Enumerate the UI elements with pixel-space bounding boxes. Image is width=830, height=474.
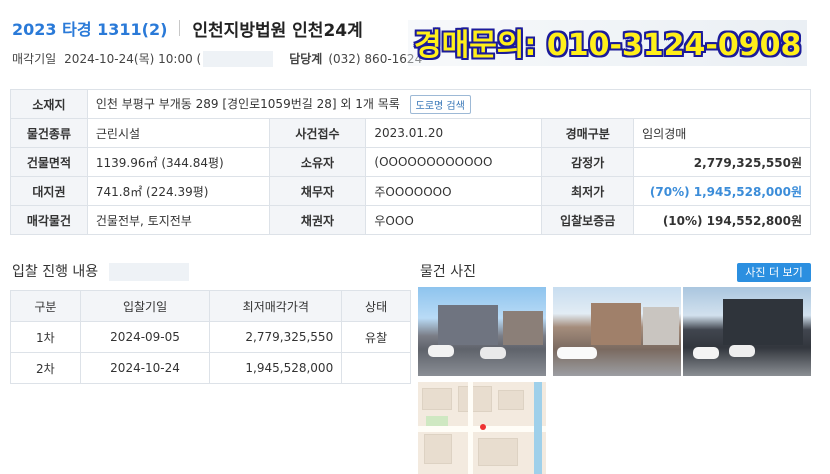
bid-status: 유찰 [341,321,411,353]
sale-object-label: 매각물건 [10,205,88,235]
property-photo-2[interactable] [553,287,681,376]
photo-section-title: 물건 사진 [420,264,476,280]
bid-status [341,352,411,384]
col-header-status: 상태 [341,290,411,322]
table-row: 소재지 인천 부평구 부개동 289 [경인로1059번길 28] 외 1개 목… [10,89,812,119]
table-row: 대지권 741.8㎡ (224.39평) 채무자 주OOOOOOO 최저가 (7… [10,176,811,206]
property-photo-3[interactable] [683,287,811,376]
address-cell: 인천 부평구 부개동 289 [경인로1059번길 28] 외 1개 목록 도로… [86,89,812,119]
bid-round: 2차 [10,352,81,384]
debtor-label: 채무자 [268,176,367,206]
property-info-table: 소재지 인천 부평구 부개동 289 [경인로1059번길 28] 외 1개 목… [10,89,812,235]
bid-title-text: 입찰 진행 내용 [12,264,99,280]
filed-value: 2023.01.20 [365,118,543,148]
table-row: 물건종류 근린시설 사건접수 2023.01.20 경매구분 임의경매 [10,118,811,148]
deposit-label: 입찰보증금 [541,205,635,235]
map-pin-icon [480,424,486,430]
creditor-value: 우OOO [365,205,543,235]
bid-min-price: 2,779,325,550 [209,321,343,353]
property-photo-1[interactable] [418,287,546,376]
sale-info-line: 매각기일 2024-10-24(목) 10:00 ( 담당계 (032) 860… [12,50,422,67]
bid-date: 2024-09-05 [79,321,211,353]
bid-min-price: 1,945,528,000 [209,352,343,384]
col-header-min-price: 최저매각가격 [209,290,343,322]
filed-label: 사건접수 [268,118,367,148]
court-name: 인천지방법원 인천24계 [192,20,363,41]
address-label: 소재지 [10,89,88,119]
type-value: 근린시설 [86,118,270,148]
address-value: 인천 부평구 부개동 289 [경인로1059번길 28] 외 1개 목록 [95,96,400,111]
col-header-date: 입찰기일 [79,290,211,322]
dept-label: 담당계 [289,52,323,66]
table-header-row: 구분 입찰기일 최저매각가격 상태 [10,290,411,322]
sale-date-label: 매각기일 [12,52,57,66]
inquiry-banner: 경매문의: 010-3124-0908 [408,20,808,66]
creditor-label: 채권자 [268,205,367,235]
type-label: 물건종류 [10,118,88,148]
divider [179,20,181,36]
col-header-round: 구분 [10,290,81,322]
case-number: 2023 타경 1311(2) [12,20,168,39]
land-right-label: 대지권 [10,176,88,206]
table-row: 2차 2024-10-24 1,945,528,000 [10,352,411,384]
table-row: 건물면적 1139.96㎡ (344.84평) 소유자 (OOOOOOOOOOO… [10,147,811,177]
table-row: 매각물건 건물전부, 토지전부 채권자 우OOO 입찰보증금 (10%) 194… [10,205,811,235]
redacted-area [203,50,274,67]
bid-date: 2024-10-24 [79,352,211,384]
bid-history-table: 구분 입찰기일 최저매각가격 상태 1차 2024-09-05 2,779,32… [10,290,411,384]
sale-object-value: 건물전부, 토지전부 [86,205,270,235]
bid-section-title: 입찰 진행 내용 [12,261,189,281]
building-area-label: 건물면적 [10,147,88,177]
table-row: 1차 2024-09-05 2,779,325,550 유찰 [10,321,411,353]
deposit-value: (10%) 194,552,800원 [633,205,811,235]
appraisal-value: 2,779,325,550원 [633,147,811,177]
bid-round: 1차 [10,321,81,353]
auction-type-value: 임의경매 [633,118,811,148]
building-area-value: 1139.96㎡ (344.84평) [86,147,270,177]
road-search-button[interactable]: 도로명 검색 [409,94,471,114]
owner-label: 소유자 [268,147,367,177]
location-map[interactable] [418,382,546,474]
owner-value: (OOOOOOOOOOOO [365,147,543,177]
more-photos-button[interactable]: 사진 더 보기 [737,263,811,282]
appraisal-label: 감정가 [541,147,635,177]
auction-type-label: 경매구분 [541,118,635,148]
debtor-value: 주OOOOOOO [365,176,543,206]
min-price-value: (70%) 1,945,528,000원 [633,176,811,206]
case-header: 2023 타경 1311(2) 인천지방법원 인천24계 [12,16,363,41]
land-right-value: 741.8㎡ (224.39평) [86,176,270,206]
min-price-label: 최저가 [541,176,635,206]
redacted-area [108,263,189,281]
sale-date: 2024-10-24(목) 10:00 ( [64,52,202,66]
